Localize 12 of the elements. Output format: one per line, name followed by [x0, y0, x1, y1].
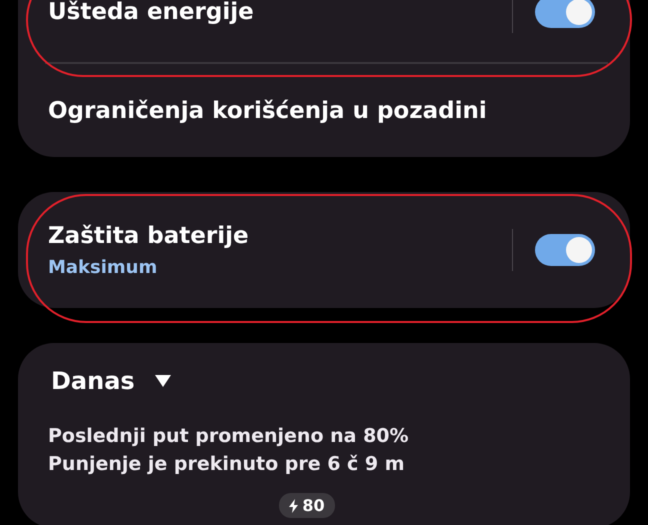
settings-link[interactable]: Ograničenja korišćenja u pozadini	[48, 98, 595, 124]
setting-title: Zaštita baterije	[48, 222, 250, 248]
dropdown-icon	[154, 375, 171, 387]
period-dropdown[interactable]: Danas	[48, 367, 171, 395]
status-text: Poslednji put promenjeno na 80%	[48, 425, 410, 447]
status-text: Punjenje je prekinuto pre 6 č 9 m	[48, 453, 406, 475]
bolt-icon	[289, 498, 298, 512]
setting-title: Ušteda energije	[48, 0, 255, 24]
battery-level-badge: 80	[279, 493, 335, 518]
toggle-switch[interactable]	[535, 0, 595, 28]
toggle-switch[interactable]	[535, 234, 595, 266]
setting-value: Maksimum	[48, 256, 158, 278]
